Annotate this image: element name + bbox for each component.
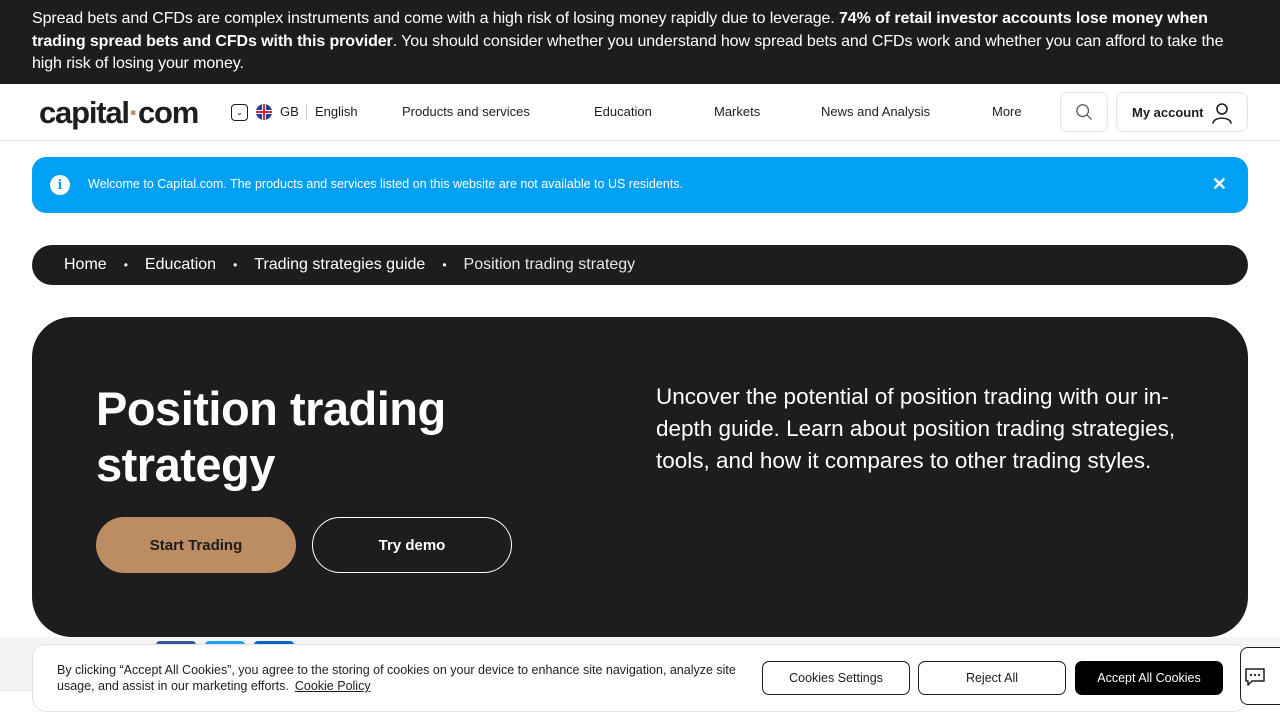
breadcrumb-separator: •: [233, 258, 238, 272]
breadcrumb-separator: •: [442, 258, 447, 272]
accept-all-cookies-button[interactable]: Accept All Cookies: [1075, 661, 1223, 695]
nav-products-and-services[interactable]: Products and services: [402, 104, 530, 119]
risk-warning-text: Spread bets and CFDs are complex instrum…: [32, 10, 839, 27]
risk-warning-bar: Spread bets and CFDs are complex instrum…: [0, 0, 1280, 84]
divider: [306, 104, 307, 120]
nav-news-and-analysis[interactable]: News and Analysis: [821, 104, 930, 119]
nav-more[interactable]: More: [992, 104, 1022, 119]
breadcrumb-education[interactable]: Education: [145, 256, 216, 274]
breadcrumb-current: Position trading strategy: [463, 256, 636, 273]
us-residents-notice: i Welcome to Capital.com. The products a…: [32, 157, 1248, 213]
breadcrumb-separator: •: [123, 258, 128, 272]
breadcrumb-home[interactable]: Home: [64, 256, 107, 274]
nav-education[interactable]: Education: [594, 104, 652, 119]
search-button[interactable]: [1060, 92, 1108, 132]
breadcrumb: Home • Education • Trading strategies gu…: [32, 245, 1248, 285]
hero-description: Uncover the potential of position tradin…: [656, 384, 1176, 473]
cookies-settings-button[interactable]: Cookies Settings: [762, 661, 910, 695]
my-account-button[interactable]: My account: [1116, 92, 1248, 132]
breadcrumb-trading-strategies-guide[interactable]: Trading strategies guide: [254, 256, 425, 274]
user-icon: [1212, 103, 1232, 124]
page-title: Position trading strategy: [96, 382, 446, 491]
notice-message: Welcome to Capital.com. The products and…: [88, 177, 683, 191]
region-label[interactable]: GB: [280, 104, 299, 119]
info-icon: i: [50, 175, 70, 195]
cookie-text: By clicking “Accept All Cookies”, you ag…: [57, 663, 736, 693]
language-label[interactable]: English: [315, 104, 358, 119]
cookie-banner: By clicking “Accept All Cookies”, you ag…: [32, 644, 1248, 712]
site-header: capital·com ⌄ GB English Products and se…: [0, 84, 1280, 141]
start-trading-button[interactable]: Start Trading: [96, 517, 296, 573]
reject-all-button[interactable]: Reject All: [918, 661, 1066, 695]
chat-icon: [1245, 668, 1265, 686]
hero-banner: Position trading strategy Uncover the po…: [32, 317, 1248, 637]
chat-button[interactable]: [1240, 647, 1280, 705]
uk-flag-icon: [256, 104, 272, 120]
cookie-policy-link[interactable]: Cookie Policy: [295, 679, 371, 693]
search-icon: [1076, 104, 1092, 120]
my-account-label: My account: [1132, 104, 1204, 120]
capital-com-logo[interactable]: capital·com: [39, 95, 199, 131]
nav-markets[interactable]: Markets: [714, 104, 760, 119]
close-icon[interactable]: ✕: [1212, 174, 1227, 194]
chevron-down-icon[interactable]: ⌄: [231, 104, 248, 121]
try-demo-button[interactable]: Try demo: [312, 517, 512, 573]
